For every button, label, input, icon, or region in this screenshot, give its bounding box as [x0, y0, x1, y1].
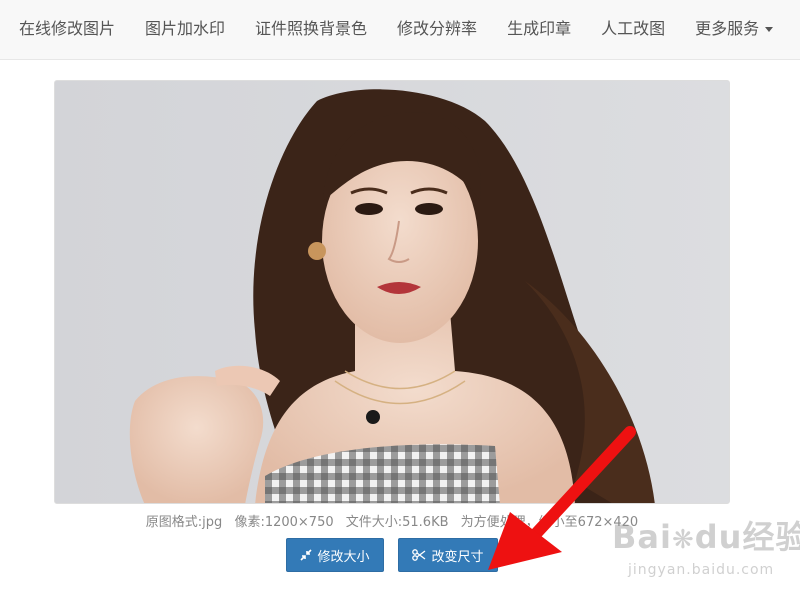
- nav-item-id-photo-bg[interactable]: 证件照换背景色: [240, 0, 382, 60]
- image-pixels: 像素:1200×750: [234, 515, 334, 530]
- nav-item-more-services[interactable]: 更多服务: [680, 0, 788, 60]
- more-services-label: 更多服务: [695, 18, 760, 38]
- nav-item-online-edit[interactable]: 在线修改图片: [0, 0, 130, 60]
- scissors-icon: [412, 549, 426, 561]
- image-filesize: 文件大小:51.6KB: [345, 515, 449, 530]
- caret-down-icon: [765, 26, 774, 32]
- change-size-button[interactable]: 改变尺寸: [398, 538, 498, 572]
- image-format: 原图格式:jpg: [145, 515, 223, 530]
- resize-button-label: 修改大小: [317, 549, 370, 565]
- watermark-url: jingyan.baidu.com: [628, 562, 775, 578]
- nav-item-seal[interactable]: 生成印章: [492, 0, 586, 60]
- nav-item-manual-edit[interactable]: 人工改图: [586, 0, 680, 60]
- image-resize-note: 为方便处理，缩小至672×420: [460, 515, 639, 530]
- top-navbar: 在线修改图片 图片加水印 证件照换背景色 修改分辨率 生成印章 人工改图 更多服…: [0, 0, 800, 60]
- resize-button[interactable]: 修改大小: [286, 538, 384, 572]
- compress-icon: [300, 549, 313, 561]
- nav-item-resolution[interactable]: 修改分辨率: [382, 0, 492, 60]
- image-info: 原图格式:jpg 像素:1200×750 文件大小:51.6KB 为方便处理，缩…: [0, 511, 784, 530]
- change-size-button-label: 改变尺寸: [431, 549, 484, 565]
- uploaded-photo: [54, 80, 730, 504]
- nav-item-watermark[interactable]: 图片加水印: [130, 0, 240, 60]
- portrait-photo-image: [55, 81, 729, 503]
